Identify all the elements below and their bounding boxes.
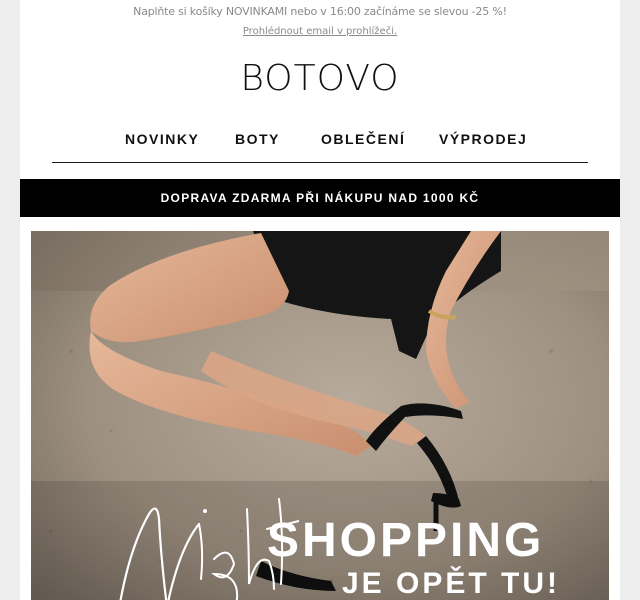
nav-item-boty[interactable]: BOTY	[235, 131, 280, 147]
free-shipping-banner[interactable]: DOPRAVA ZDARMA PŘI NÁKUPU NAD 1000 KČ	[20, 179, 620, 217]
preheader-text: Naplňte si košíky NOVINKAMI nebo v 16:00…	[133, 5, 507, 18]
nav-item-novinky[interactable]: NOVINKY	[125, 131, 199, 147]
logo[interactable]: BOTOVO	[20, 58, 620, 99]
main-nav: NOVINKY BOTY OBLEČENÍ VÝPRODEJ	[52, 131, 588, 163]
email-container: Naplňte si košíky NOVINKAMI nebo v 16:00…	[20, 0, 620, 600]
nav-item-obleceni[interactable]: OBLEČENÍ	[321, 131, 405, 147]
hero-image[interactable]: SHOPPING JE OPĚT TU!	[31, 231, 609, 600]
hero-subtitle: JE OPĚT TU!	[342, 567, 561, 600]
nav-item-vyprodej[interactable]: VÝPRODEJ	[439, 131, 527, 147]
view-in-browser: Prohlédnout email v prohlížeči.	[20, 26, 620, 37]
hero-title: SHOPPING	[267, 514, 545, 567]
view-in-browser-link[interactable]: Prohlédnout email v prohlížeči.	[243, 26, 397, 37]
